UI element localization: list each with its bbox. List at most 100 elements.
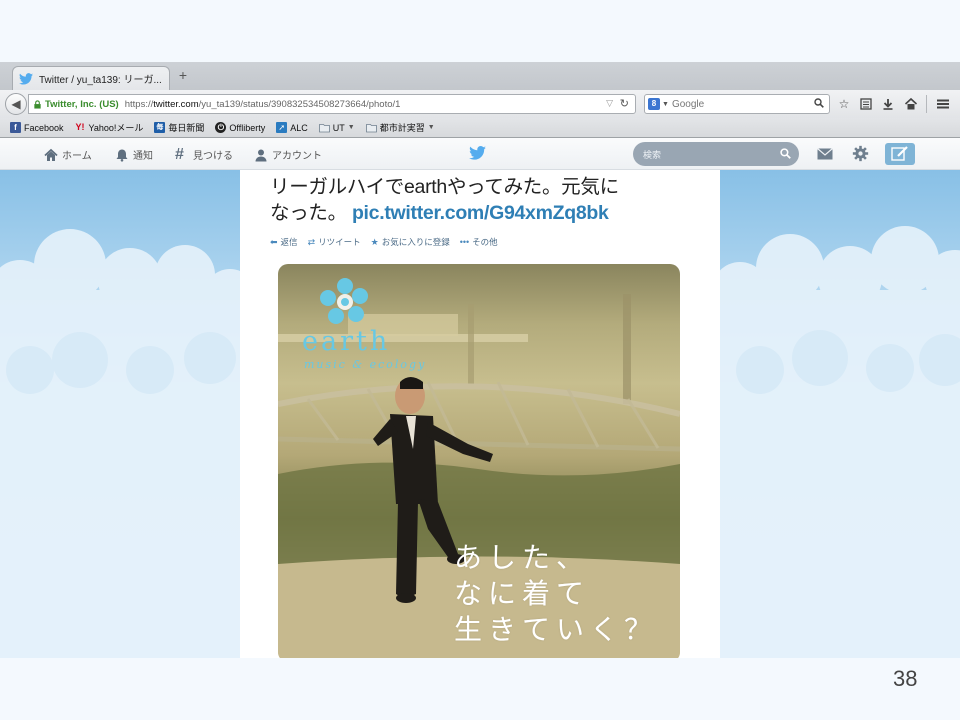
tab-strip: Twitter / yu_ta139: リーガ... + <box>0 62 960 90</box>
folder-icon <box>365 124 377 133</box>
search-icon[interactable] <box>780 148 791 159</box>
download-icon[interactable] <box>881 97 895 111</box>
back-arrow-icon: ◀ <box>11 97 21 111</box>
compose-tweet-button[interactable] <box>885 143 915 165</box>
favorite-label: お気に入りに登録 <box>381 237 450 247</box>
retweet-icon: ⇄ <box>307 236 316 247</box>
more-button[interactable]: ••• その他 <box>460 236 498 248</box>
compose-icon <box>891 146 908 161</box>
nav-notifications[interactable]: 通知 <box>115 147 153 162</box>
bookmark-label: Yahoo!メール <box>88 123 144 133</box>
toolbar-separator <box>926 95 927 113</box>
search-engine-caret-icon[interactable]: ▼ <box>662 101 669 108</box>
url-path: /yu_ta139/status/390832534508273664/phot… <box>198 98 401 110</box>
home-icon <box>44 148 58 161</box>
home-icon[interactable] <box>904 97 918 111</box>
nav-notifications-label: 通知 <box>133 151 153 162</box>
direct-messages-icon[interactable] <box>817 148 833 160</box>
brand-tagline: music & ecology <box>304 358 427 371</box>
navigation-bar: ◀ Twitter, Inc. (US) https://twitter.com… <box>0 90 960 118</box>
folder-icon <box>318 124 330 133</box>
reply-button[interactable]: ⬅ 返信 <box>270 236 298 248</box>
power-icon: ⏻ <box>215 122 227 133</box>
twitter-search-input[interactable]: 検索 <box>633 142 799 166</box>
bell-icon <box>116 149 128 162</box>
tab-title: Twitter / yu_ta139: リーガ... <box>39 75 162 86</box>
bookmark-yahoo-mail[interactable]: Y! Yahoo!メール <box>75 121 144 134</box>
browser-window: Twitter / yu_ta139: リーガ... + ◀ Twitter, … <box>0 62 960 658</box>
nav-discover-label: 見つける <box>193 151 233 162</box>
reply-label: 返信 <box>280 237 298 247</box>
retweet-label: リツイート <box>318 237 361 247</box>
bookmark-folder-toshi[interactable]: 都市計実習 ▼ <box>365 121 435 134</box>
bookmarks-toolbar: f Facebook Y! Yahoo!メール 毎 毎日新聞 ⏻ Offlibe… <box>0 118 960 138</box>
search-icon[interactable] <box>814 98 824 108</box>
bookmark-label: Facebook <box>24 122 64 133</box>
url-text[interactable]: https://twitter.com/yu_ta139/status/3908… <box>125 99 401 110</box>
gear-icon[interactable] <box>852 145 869 162</box>
bookmark-label: ALC <box>290 122 308 133</box>
bookmark-mainichi[interactable]: 毎 毎日新聞 <box>154 121 204 134</box>
lock-icon <box>34 99 41 109</box>
bookmark-star-icon[interactable]: ☆ <box>837 97 851 111</box>
tweet-media-link[interactable]: pic.twitter.com/G94xmZq8bk <box>352 202 609 224</box>
page-content: リーガルハイでearthやってみた。元気に なった。 pic.twitter.c… <box>0 170 960 658</box>
browser-tab[interactable]: Twitter / yu_ta139: リーガ... <box>12 66 170 90</box>
nav-account-label: アカウント <box>272 151 322 162</box>
twitter-search-placeholder: 検索 <box>643 149 662 160</box>
twitter-bird-icon[interactable] <box>469 146 486 160</box>
retweet-button[interactable]: ⇄ リツイート <box>308 236 361 248</box>
bookmark-label: Offliberty <box>229 122 266 133</box>
more-label: その他 <box>472 237 498 247</box>
url-host: twitter.com <box>153 98 199 110</box>
favorite-button[interactable]: ★ お気に入りに登録 <box>371 236 450 248</box>
twitter-topbar: ホーム 通知 # 見つける アカウント 検索 <box>0 138 960 170</box>
site-identity[interactable]: Twitter, Inc. (US) <box>45 99 119 110</box>
bookmarks-list-icon[interactable] <box>859 97 873 111</box>
twitter-bird-icon <box>19 72 33 85</box>
ellipsis-icon: ••• <box>459 237 470 247</box>
tweet-text: リーガルハイでearthやってみた。元気に なった。 pic.twitter.c… <box>270 174 690 226</box>
reload-icon[interactable]: ↻ <box>620 97 629 110</box>
search-placeholder: Google <box>671 98 705 110</box>
ad-copy-line1: あした、 <box>454 541 591 574</box>
ad-copy-line2: なに着て <box>454 577 591 610</box>
tweet-card: リーガルハイでearthやってみた。元気に なった。 pic.twitter.c… <box>240 170 720 658</box>
new-tab-button[interactable]: + <box>176 68 190 82</box>
url-prefix: https:// <box>124 98 154 110</box>
bookmark-facebook[interactable]: f Facebook <box>10 122 64 133</box>
hashtag-icon: # <box>175 145 184 163</box>
back-button[interactable]: ◀ <box>5 93 27 115</box>
mainichi-icon: 毎 <box>154 122 166 133</box>
nav-home[interactable]: ホーム <box>44 147 92 162</box>
earth-flower-logo <box>320 278 368 324</box>
bookmark-label: 毎日新聞 <box>168 123 205 133</box>
person-icon <box>255 149 267 161</box>
nav-account[interactable]: アカウント <box>254 147 322 162</box>
tweet-text-line1: リーガルハイでearthやってみた。元気に <box>270 176 619 198</box>
slide-page-number: 38 <box>893 666 918 691</box>
star-icon: ★ <box>370 236 379 247</box>
brand-name: earth <box>302 326 391 357</box>
chevron-down-icon: ▼ <box>347 124 355 131</box>
bookmark-offliberty[interactable]: ⏻ Offliberty <box>215 122 265 133</box>
tweet-text-line2: なった。 <box>270 202 347 224</box>
url-dropdown-icon[interactable]: ▽ <box>606 98 613 109</box>
tweet-actions: ⬅ 返信 ⇄ リツイート ★ お気に入りに登録 ••• その他 <box>270 236 508 248</box>
search-bar[interactable]: 8 ▼ Google <box>644 94 830 114</box>
bookmark-label: 都市計実習 <box>379 123 425 133</box>
nav-home-label: ホーム <box>62 151 92 162</box>
bookmark-alc[interactable]: ➚ ALC <box>276 122 308 133</box>
bookmark-label: UT <box>332 122 345 133</box>
url-bar[interactable]: Twitter, Inc. (US) https://twitter.com/y… <box>28 94 636 114</box>
bookmark-folder-ut[interactable]: UT ▼ <box>318 122 355 133</box>
tweet-photo[interactable]: earth music & ecology あした、 なに着て 生きていく？ <box>278 264 680 658</box>
yahoo-icon: Y! <box>75 122 85 132</box>
search-engine-icon[interactable]: 8 <box>648 98 660 110</box>
ad-copy-line3: 生きていく？ <box>454 613 659 646</box>
reply-icon: ⬅ <box>270 236 278 247</box>
facebook-icon: f <box>10 122 21 133</box>
alc-icon: ➚ <box>276 122 288 133</box>
nav-discover[interactable]: # 見つける <box>175 145 233 163</box>
menu-icon[interactable] <box>936 97 950 111</box>
